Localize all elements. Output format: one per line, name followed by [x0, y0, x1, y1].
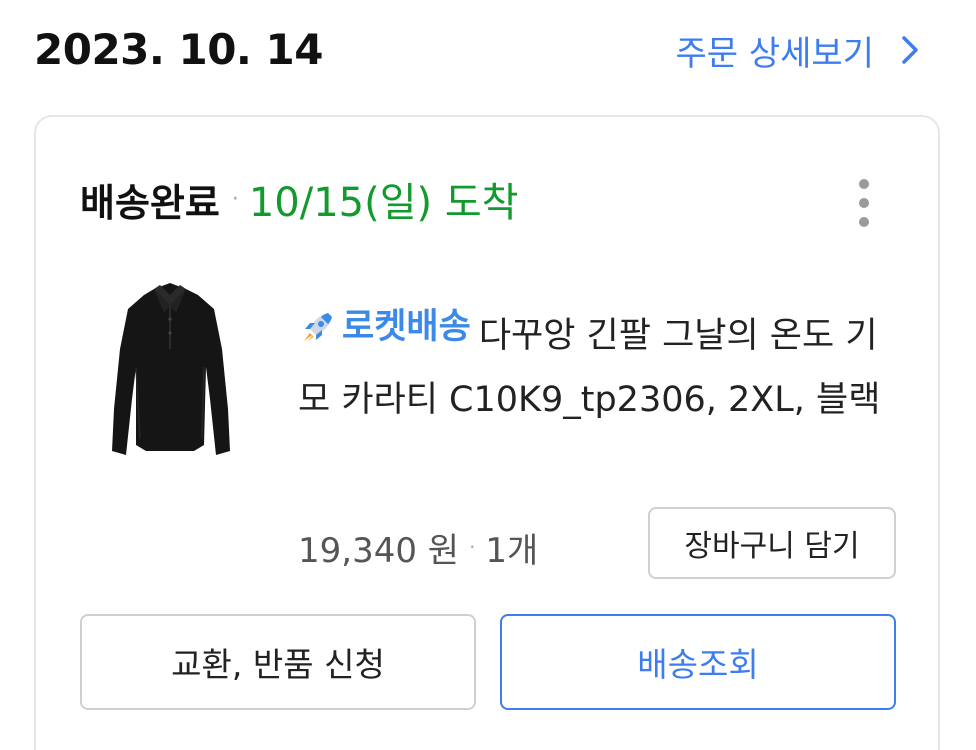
add-to-cart-button[interactable]: 장바구니 담기: [648, 507, 896, 579]
chevron-right-icon: [902, 36, 918, 64]
product-title-block[interactable]: 로켓배송 다꾸앙 긴팔 그날의 온도 기모 카라티 C10K9_tp2306, 2…: [298, 295, 908, 432]
shipment-status-row: 배송완료 · 10/15(일) 도착: [80, 169, 518, 229]
shipment-status: 배송완료: [80, 180, 220, 225]
price-separator: ·: [469, 535, 476, 559]
product-image[interactable]: [106, 279, 236, 461]
order-list-page: 2023. 10. 14 주문 상세보기 배송완료 · 10/15(일) 도착: [0, 0, 976, 750]
order-detail-link-label: 주문 상세보기: [675, 33, 875, 74]
product-quantity: 1개: [485, 530, 539, 571]
price-row: 19,340 원 · 1개: [298, 519, 538, 575]
rocket-icon: [304, 313, 332, 341]
product-price: 19,340 원: [298, 530, 460, 571]
more-vertical-icon[interactable]: [854, 179, 874, 227]
rocket-delivery-badge: 로켓배송: [298, 295, 471, 359]
order-card: 배송완료 · 10/15(일) 도착 로켓배송 다꾸앙 긴팔 그날의 온도 기모…: [34, 115, 940, 750]
track-delivery-button[interactable]: 배송조회: [500, 614, 896, 710]
exchange-return-button[interactable]: 교환, 반품 신청: [80, 614, 476, 710]
order-date: 2023. 10. 14: [34, 25, 323, 74]
arrival-date: 10/15(일) 도착: [248, 180, 519, 226]
status-separator: ·: [231, 186, 239, 212]
product-info: 로켓배송 다꾸앙 긴팔 그날의 온도 기모 카라티 C10K9_tp2306, 2…: [298, 295, 908, 432]
order-detail-link[interactable]: 주문 상세보기: [676, 22, 925, 78]
rocket-badge-label: 로켓배송: [342, 307, 471, 347]
